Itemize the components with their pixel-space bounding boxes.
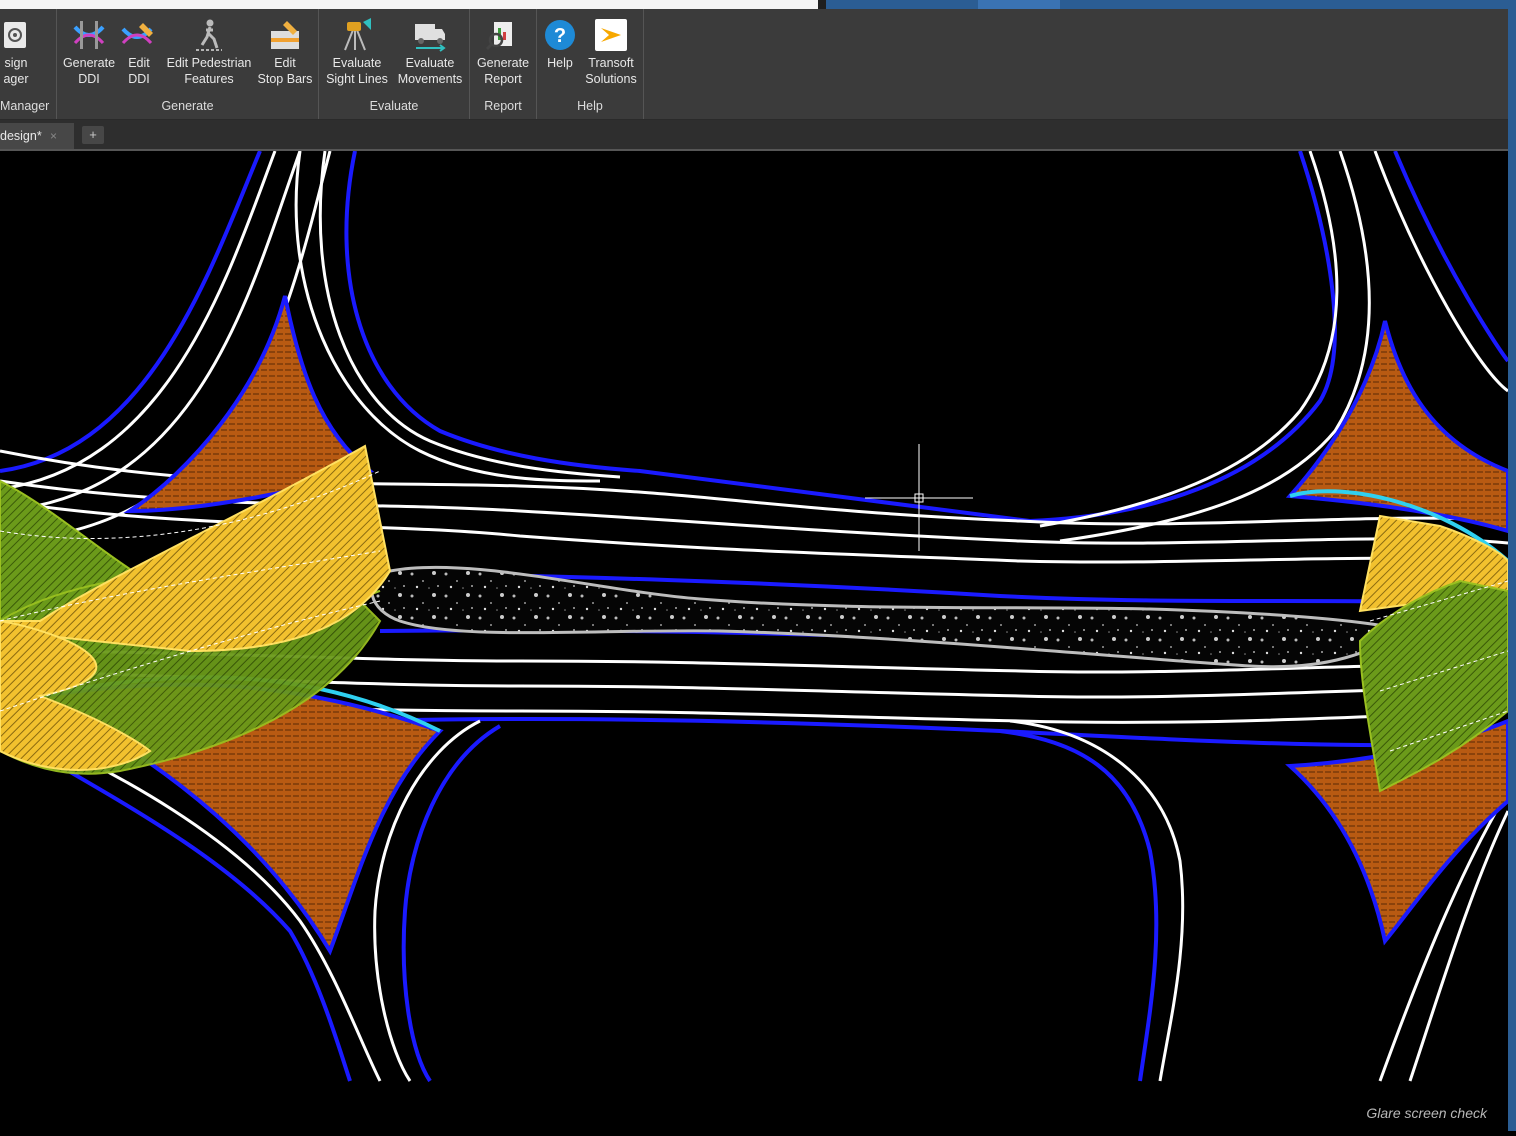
- header-blue-accent: [978, 0, 1060, 9]
- tool-label: Generate Report: [476, 56, 530, 86]
- new-tab-button[interactable]: +: [82, 126, 104, 144]
- panel-title-manager: Manager: [0, 99, 50, 113]
- truck-icon: [412, 15, 448, 55]
- tool-label: Help: [547, 56, 573, 70]
- evaluate-sight-lines-button[interactable]: Evaluate Sight Lines: [322, 9, 392, 101]
- edit-ddi-icon: [121, 15, 157, 55]
- panel-generate: Generate DDI Edit DDI Edit Pedestrian Fe…: [57, 9, 319, 119]
- ddi-drawing[interactable]: [0, 150, 1510, 1131]
- pedestrian-icon: [191, 15, 227, 55]
- tool-label: Edit Pedestrian Features: [166, 56, 252, 86]
- generate-ddi-icon: [71, 15, 107, 55]
- drawing-canvas[interactable]: [0, 150, 1510, 1131]
- panel-evaluate: Evaluate Sight Lines Evaluate Movements …: [319, 9, 470, 119]
- loop-upper-middle: [294, 150, 1337, 524]
- window-top-strip: [0, 0, 1516, 9]
- vertical-scrollbar[interactable]: [1508, 9, 1516, 1131]
- stop-bars-icon: [267, 15, 303, 55]
- tab-design[interactable]: design* ×: [0, 123, 74, 149]
- tool-label: Transoft Solutions: [585, 56, 637, 86]
- tool-label: Evaluate Movements: [397, 56, 463, 86]
- header-blue-bar: [826, 0, 1516, 9]
- image-caption: Glare screen check: [1366, 1105, 1487, 1121]
- panel-title-generate: Generate: [161, 99, 214, 113]
- edit-ddi-button[interactable]: Edit DDI: [119, 9, 159, 101]
- central-median: [370, 565, 1415, 669]
- tab-design-label: design*: [0, 129, 42, 143]
- transoft-solutions-button[interactable]: Transoft Solutions: [581, 9, 641, 101]
- document-tab-bar: design* × +: [0, 120, 1508, 151]
- tool-label: Edit DDI: [128, 56, 150, 86]
- panel-report: Generate Report Report: [470, 9, 537, 119]
- tool-label: sign ager: [3, 56, 29, 86]
- edit-stop-bars-button[interactable]: Edit Stop Bars: [255, 9, 315, 101]
- panel-help: ? Help Transoft Solutions Help: [537, 9, 644, 119]
- design-manager-icon: [0, 15, 34, 55]
- help-button[interactable]: ? Help: [541, 9, 579, 101]
- panel-title-help: Help: [577, 99, 603, 113]
- close-icon[interactable]: ×: [50, 123, 57, 149]
- tool-label: Generate DDI: [62, 56, 116, 86]
- svg-text:?: ?: [554, 25, 566, 47]
- panel-manager: sign ager Manager: [0, 9, 57, 119]
- ribbon: sign ager Manager Generate DDI Edit DDI …: [0, 9, 1508, 120]
- transoft-logo-icon: [593, 15, 629, 55]
- panel-title-evaluate: Evaluate: [369, 99, 419, 113]
- sight-lines-icon: [339, 15, 375, 55]
- title-area: [0, 0, 818, 9]
- report-icon: [485, 15, 521, 55]
- tool-label: Evaluate Sight Lines: [326, 56, 388, 86]
- panel-title-report: Report: [484, 99, 522, 113]
- tool-label: Edit Stop Bars: [257, 56, 313, 86]
- design-manager-button[interactable]: sign ager: [0, 9, 46, 101]
- edit-pedestrian-button[interactable]: Edit Pedestrian Features: [161, 9, 257, 101]
- help-icon: ?: [542, 15, 578, 55]
- generate-report-button[interactable]: Generate Report: [473, 9, 533, 101]
- generate-ddi-button[interactable]: Generate DDI: [59, 9, 119, 101]
- evaluate-movements-button[interactable]: Evaluate Movements: [393, 9, 467, 101]
